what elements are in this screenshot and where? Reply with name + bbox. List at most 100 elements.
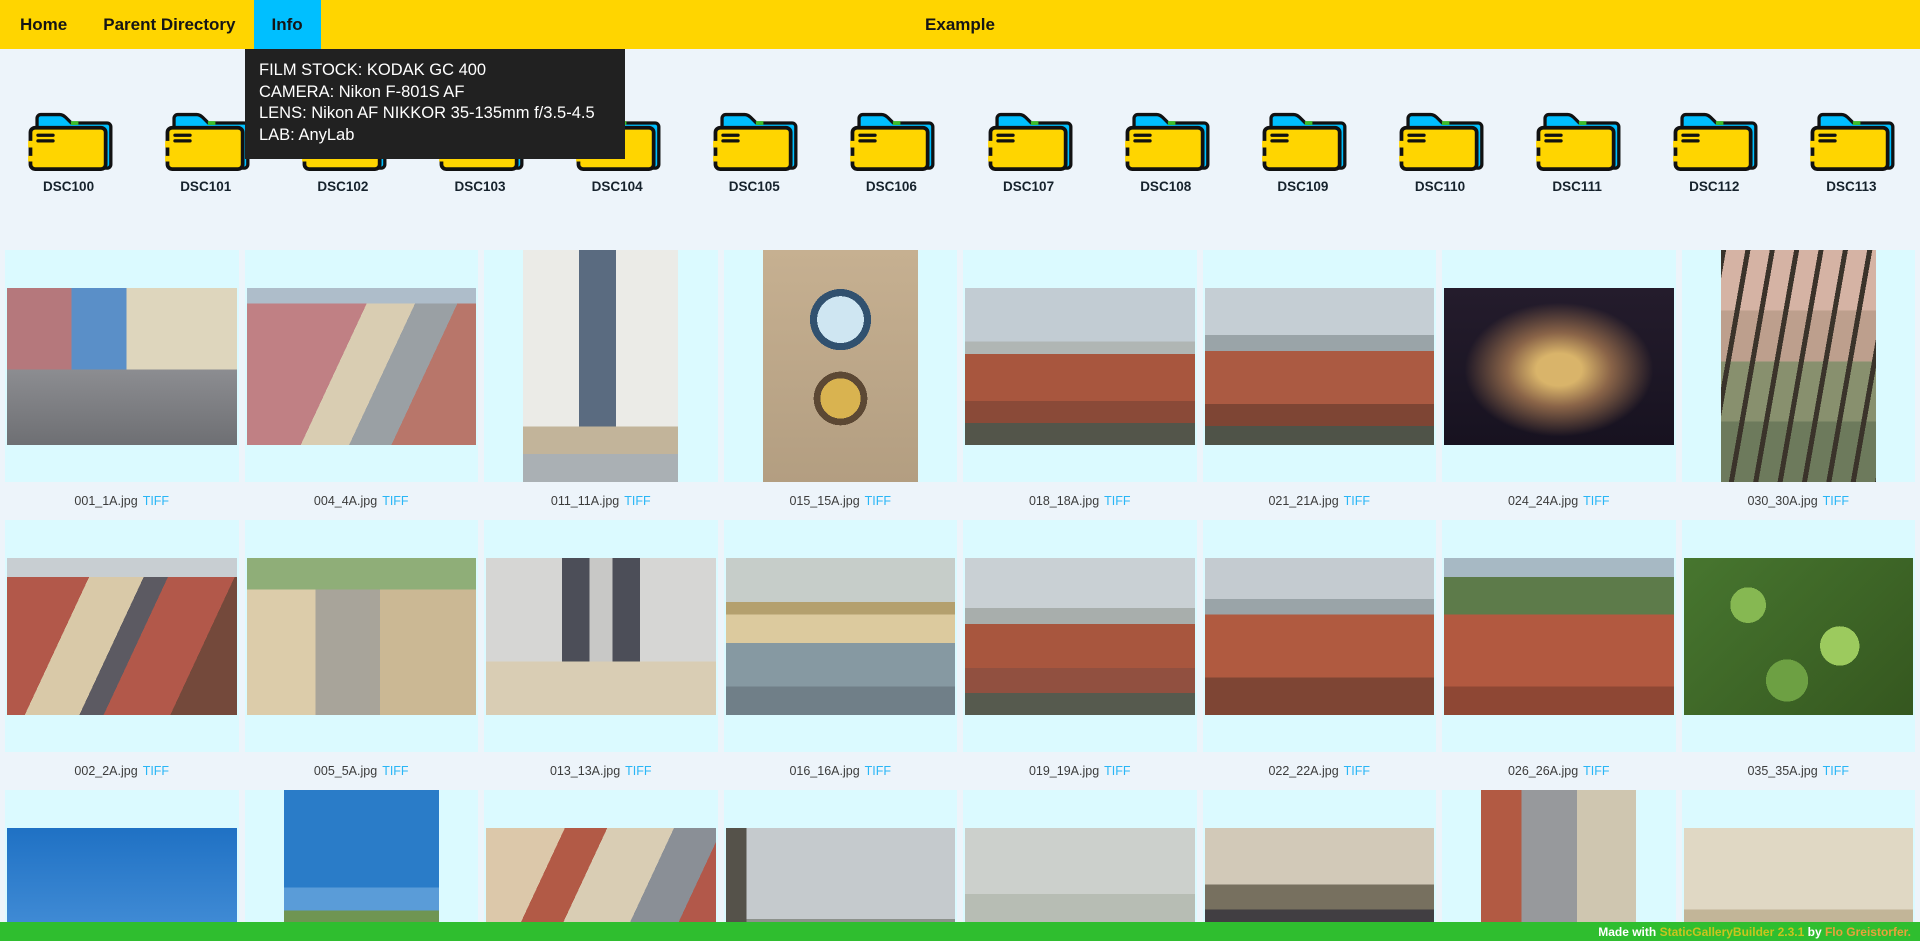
- tiff-link[interactable]: TIFF: [1583, 764, 1609, 778]
- thumb-box: [1442, 250, 1676, 482]
- folder-label: DSC105: [729, 179, 780, 194]
- thumb-box: [245, 790, 479, 941]
- folder-item[interactable]: DSC108: [1097, 103, 1234, 194]
- folder-label: DSC107: [1003, 179, 1054, 194]
- folder-icon: [707, 103, 801, 175]
- photo-thumbnail[interactable]: [7, 558, 237, 715]
- nav-info[interactable]: Info: [254, 0, 321, 49]
- photo-thumbnail[interactable]: [1721, 250, 1876, 482]
- tiff-link[interactable]: TIFF: [143, 764, 169, 778]
- tiff-link[interactable]: TIFF: [382, 764, 408, 778]
- footer-mid: by: [1804, 925, 1825, 939]
- photo-thumbnail[interactable]: [1205, 288, 1435, 445]
- tiff-link[interactable]: TIFF: [1583, 494, 1609, 508]
- photo-filename: 035_35A.jpg: [1747, 764, 1817, 778]
- tiff-link[interactable]: TIFF: [1823, 494, 1849, 508]
- photo-caption: 001_1A.jpg TIFF: [5, 482, 239, 520]
- photo-caption: 013_13A.jpg TIFF: [484, 752, 718, 790]
- folder-item[interactable]: DSC105: [686, 103, 823, 194]
- nav-home[interactable]: Home: [2, 0, 85, 49]
- photo-thumbnail[interactable]: [1684, 558, 1914, 715]
- photo-cell: [724, 790, 958, 941]
- photo-caption: 022_22A.jpg TIFF: [1203, 752, 1437, 790]
- thumb-box: [1682, 520, 1916, 752]
- photo-thumbnail[interactable]: [965, 288, 1195, 445]
- tooltip-lens: LENS: Nikon AF NIKKOR 35-135mm f/3.5-4.5: [259, 103, 611, 125]
- tooltip-film-stock: FILM STOCK: KODAK GC 400: [259, 60, 611, 82]
- thumb-box: [1442, 790, 1676, 941]
- tiff-link[interactable]: TIFF: [1344, 494, 1370, 508]
- folder-icon: [1667, 103, 1761, 175]
- thumb-box: [724, 790, 958, 941]
- photo-thumbnail[interactable]: [1444, 558, 1674, 715]
- tool-link[interactable]: StaticGalleryBuilder 2.3.1: [1660, 925, 1805, 939]
- photo-caption: 005_5A.jpg TIFF: [245, 752, 479, 790]
- photo-thumbnail[interactable]: [523, 250, 678, 482]
- photo-filename: 024_24A.jpg: [1508, 494, 1578, 508]
- photo-thumbnail[interactable]: [726, 558, 956, 715]
- folder-item[interactable]: DSC113: [1783, 103, 1920, 194]
- photo-filename: 002_2A.jpg: [74, 764, 137, 778]
- photo-cell: [1203, 790, 1437, 941]
- tiff-link[interactable]: TIFF: [1344, 764, 1370, 778]
- thumb-box: [963, 520, 1197, 752]
- folder-icon: [844, 103, 938, 175]
- folder-item[interactable]: DSC106: [823, 103, 960, 194]
- tiff-link[interactable]: TIFF: [1104, 494, 1130, 508]
- photo-cell: 026_26A.jpg TIFF: [1442, 520, 1676, 790]
- folder-item[interactable]: DSC110: [1371, 103, 1508, 194]
- folder-label: DSC110: [1415, 179, 1465, 194]
- folder-icon: [1393, 103, 1487, 175]
- thumb-box: [245, 520, 479, 752]
- photo-thumbnail[interactable]: [763, 250, 918, 482]
- photo-filename: 019_19A.jpg: [1029, 764, 1099, 778]
- folder-item[interactable]: DSC112: [1646, 103, 1783, 194]
- tiff-link[interactable]: TIFF: [1104, 764, 1130, 778]
- photo-caption: 002_2A.jpg TIFF: [5, 752, 239, 790]
- footer-bar: Made with StaticGalleryBuilder 2.3.1 by …: [0, 922, 1920, 941]
- tiff-link[interactable]: TIFF: [382, 494, 408, 508]
- photo-thumbnail[interactable]: [247, 558, 477, 715]
- folder-icon: [159, 103, 253, 175]
- nav-parent-directory[interactable]: Parent Directory: [85, 0, 253, 49]
- photo-thumbnail[interactable]: [7, 288, 237, 445]
- photo-cell: 011_11A.jpg TIFF: [484, 250, 718, 520]
- photo-filename: 011_11A.jpg: [551, 494, 619, 508]
- photo-filename: 018_18A.jpg: [1029, 494, 1099, 508]
- photo-cell: 015_15A.jpg TIFF: [724, 250, 958, 520]
- tiff-link[interactable]: TIFF: [865, 764, 891, 778]
- thumb-box: [1682, 790, 1916, 941]
- folder-label: DSC104: [592, 179, 643, 194]
- photo-thumbnail[interactable]: [486, 558, 716, 715]
- photo-thumbnail[interactable]: [1444, 288, 1674, 445]
- photo-thumbnail[interactable]: [1481, 790, 1636, 941]
- folder-label: DSC101: [180, 179, 231, 194]
- folder-item[interactable]: DSC109: [1234, 103, 1371, 194]
- photo-thumbnail[interactable]: [965, 558, 1195, 715]
- photo-cell: 001_1A.jpg TIFF: [5, 250, 239, 520]
- thumb-box: [245, 250, 479, 482]
- photo-thumbnail[interactable]: [247, 288, 477, 445]
- photo-thumbnail[interactable]: [284, 790, 439, 941]
- tiff-link[interactable]: TIFF: [625, 764, 651, 778]
- tiff-link[interactable]: TIFF: [865, 494, 891, 508]
- author-link[interactable]: Flo Greistorfer.: [1825, 925, 1911, 939]
- thumb-box: [484, 790, 718, 941]
- folder-icon: [22, 103, 116, 175]
- tiff-link[interactable]: TIFF: [1823, 764, 1849, 778]
- photo-filename: 004_4A.jpg: [314, 494, 377, 508]
- thumb-box: [1442, 520, 1676, 752]
- photo-filename: 015_15A.jpg: [789, 494, 859, 508]
- photo-caption: 021_21A.jpg TIFF: [1203, 482, 1437, 520]
- tiff-link[interactable]: TIFF: [143, 494, 169, 508]
- folder-icon: [1256, 103, 1350, 175]
- photo-caption: 035_35A.jpg TIFF: [1682, 752, 1916, 790]
- thumb-box: [1682, 250, 1916, 482]
- photo-thumbnail[interactable]: [1205, 558, 1435, 715]
- photo-cell: [1682, 790, 1916, 941]
- photo-filename: 026_26A.jpg: [1508, 764, 1578, 778]
- folder-item[interactable]: DSC111: [1509, 103, 1646, 194]
- tiff-link[interactable]: TIFF: [624, 494, 650, 508]
- folder-item[interactable]: DSC100: [0, 103, 137, 194]
- folder-item[interactable]: DSC107: [960, 103, 1097, 194]
